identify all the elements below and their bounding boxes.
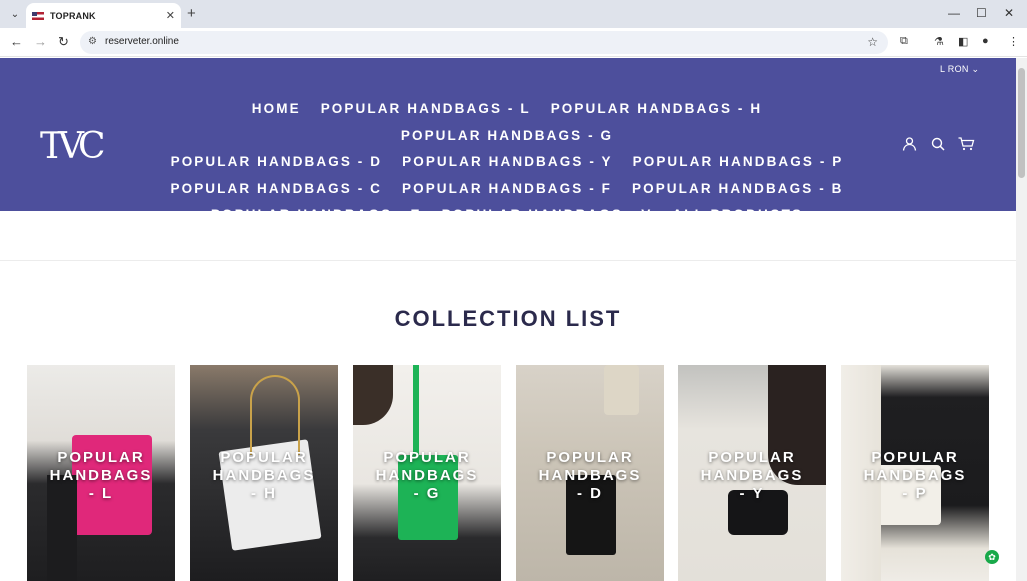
forward-icon[interactable]: → [34, 34, 47, 49]
scrollbar-thumb[interactable] [1018, 68, 1025, 178]
collection-card-l[interactable]: POPULAR HANDBAGS - L [27, 365, 175, 581]
card-label-line3: - L [88, 485, 114, 502]
url-text: reserveter.online [105, 36, 179, 47]
menu-icon[interactable]: ⋮ [1008, 35, 1019, 48]
browser-tab[interactable]: TOPRANK ✕ [26, 3, 181, 28]
nav-popular-handbags-g[interactable]: POPULAR HANDBAGS - G [401, 123, 613, 150]
card-label-line3: - G [413, 485, 441, 502]
card-label-line1: POPULAR [708, 449, 796, 466]
search-icon[interactable] [931, 137, 945, 154]
bookmark-star-icon[interactable]: ☆ [867, 35, 878, 49]
nav-popular-handbags-p[interactable]: POPULAR HANDBAGS - P [633, 149, 844, 176]
collection-card-p[interactable]: POPULAR HANDBAGS - P [841, 365, 989, 581]
web-page: L RON ⌄ TVC HOME POPULAR HANDBAGS - L POPU… [0, 58, 1016, 581]
currency-label: L RON [940, 64, 969, 74]
card-label: POPULAR HANDBAGS - H [190, 449, 338, 503]
close-window-icon[interactable]: ✕ [1004, 6, 1014, 20]
maximize-icon[interactable]: ☐ [976, 6, 987, 20]
chat-widget-icon[interactable]: ✿ [985, 550, 999, 564]
flag-icon [32, 11, 44, 20]
main-nav: HOME POPULAR HANDBAGS - L POPULAR HANDBAGS… [150, 96, 864, 229]
collection-title: COLLECTION LIST [394, 306, 622, 331]
account-icon[interactable] [902, 137, 917, 154]
labs-icon[interactable]: ⚗ [934, 35, 944, 48]
site-info-icon[interactable]: ⚙ [88, 36, 97, 47]
nav-popular-handbags-v[interactable]: POPULAR HANDBAGS - V [442, 202, 653, 229]
back-icon[interactable]: ← [10, 34, 23, 49]
card-label-line1: POPULAR [546, 449, 634, 466]
nav-popular-handbags-b[interactable]: POPULAR HANDBAGS - B [632, 176, 844, 203]
collection-card-y[interactable]: POPULAR HANDBAGS - Y [678, 365, 826, 581]
card-label-line1: POPULAR [57, 449, 145, 466]
card-label-line2: HANDBAGS [700, 467, 804, 484]
collection-card-h[interactable]: POPULAR HANDBAGS - H [190, 365, 338, 581]
side-panel-icon[interactable]: ◧ [958, 35, 968, 48]
cart-icon[interactable] [958, 137, 975, 154]
card-label-line3: - P [902, 485, 928, 502]
browser-toolbar: ← → ↻ ⚙ reserveter.online ☆ ⧉ ⚗ ◧ ● ⋮ [0, 28, 1027, 57]
reload-icon[interactable]: ↻ [58, 34, 69, 50]
nav-popular-handbags-e[interactable]: POPULAR HANDBAGS - E [211, 202, 422, 229]
card-label: POPULAR HANDBAGS - P [841, 449, 989, 503]
card-label-line3: - Y [739, 485, 765, 502]
card-label-line2: HANDBAGS [49, 467, 153, 484]
minimize-icon[interactable]: — [948, 6, 960, 20]
card-label: POPULAR HANDBAGS - L [27, 449, 175, 503]
nav-popular-handbags-h[interactable]: POPULAR HANDBAGS - H [551, 96, 763, 123]
site-header: L RON ⌄ TVC HOME POPULAR HANDBAGS - L POPU… [0, 58, 1016, 222]
extensions-icon[interactable]: ⧉ [900, 35, 908, 48]
section-divider [0, 260, 1016, 261]
collection-grid: POPULAR HANDBAGS - L POPULAR HANDBAGS - H PO… [27, 365, 989, 581]
tab-search-button[interactable]: ⌄ [6, 5, 24, 23]
site-logo[interactable]: TVC [40, 126, 106, 167]
collection-card-g[interactable]: POPULAR HANDBAGS - G [353, 365, 501, 581]
card-label-line1: POPULAR [383, 449, 471, 466]
profile-avatar[interactable]: ● [982, 35, 989, 47]
card-label-line3: - H [251, 485, 277, 502]
card-label-line2: HANDBAGS [375, 467, 479, 484]
card-label-line1: POPULAR [871, 449, 959, 466]
card-label-line3: - D [577, 485, 603, 502]
nav-all-products[interactable]: ALL PRODUCTS [672, 202, 803, 229]
address-bar[interactable]: ⚙ reserveter.online ☆ [80, 31, 888, 54]
card-label-line1: POPULAR [220, 449, 308, 466]
new-tab-button[interactable]: + [187, 5, 196, 22]
card-label: POPULAR HANDBAGS - D [516, 449, 664, 503]
nav-popular-handbags-d[interactable]: POPULAR HANDBAGS - D [171, 149, 383, 176]
collection-card-d[interactable]: POPULAR HANDBAGS - D [516, 365, 664, 581]
card-label-line2: HANDBAGS [538, 467, 642, 484]
nav-popular-handbags-f[interactable]: POPULAR HANDBAGS - F [402, 176, 612, 203]
card-label: POPULAR HANDBAGS - G [353, 449, 501, 503]
nav-home[interactable]: HOME [252, 96, 301, 123]
nav-popular-handbags-c[interactable]: POPULAR HANDBAGS - C [170, 176, 382, 203]
close-tab-icon[interactable]: ✕ [166, 9, 175, 22]
card-label-line2: HANDBAGS [212, 467, 316, 484]
currency-selector[interactable]: L RON ⌄ [940, 64, 979, 75]
card-label: POPULAR HANDBAGS - Y [678, 449, 826, 503]
card-label-line2: HANDBAGS [863, 467, 967, 484]
tab-title: TOPRANK [50, 10, 96, 21]
nav-popular-handbags-y[interactable]: POPULAR HANDBAGS - Y [402, 149, 613, 176]
page-scrollbar[interactable] [1016, 58, 1027, 581]
browser-tabstrip: ⌄ TOPRANK ✕ + — ☐ ✕ [0, 0, 1027, 28]
nav-popular-handbags-l[interactable]: POPULAR HANDBAGS - L [321, 96, 531, 123]
